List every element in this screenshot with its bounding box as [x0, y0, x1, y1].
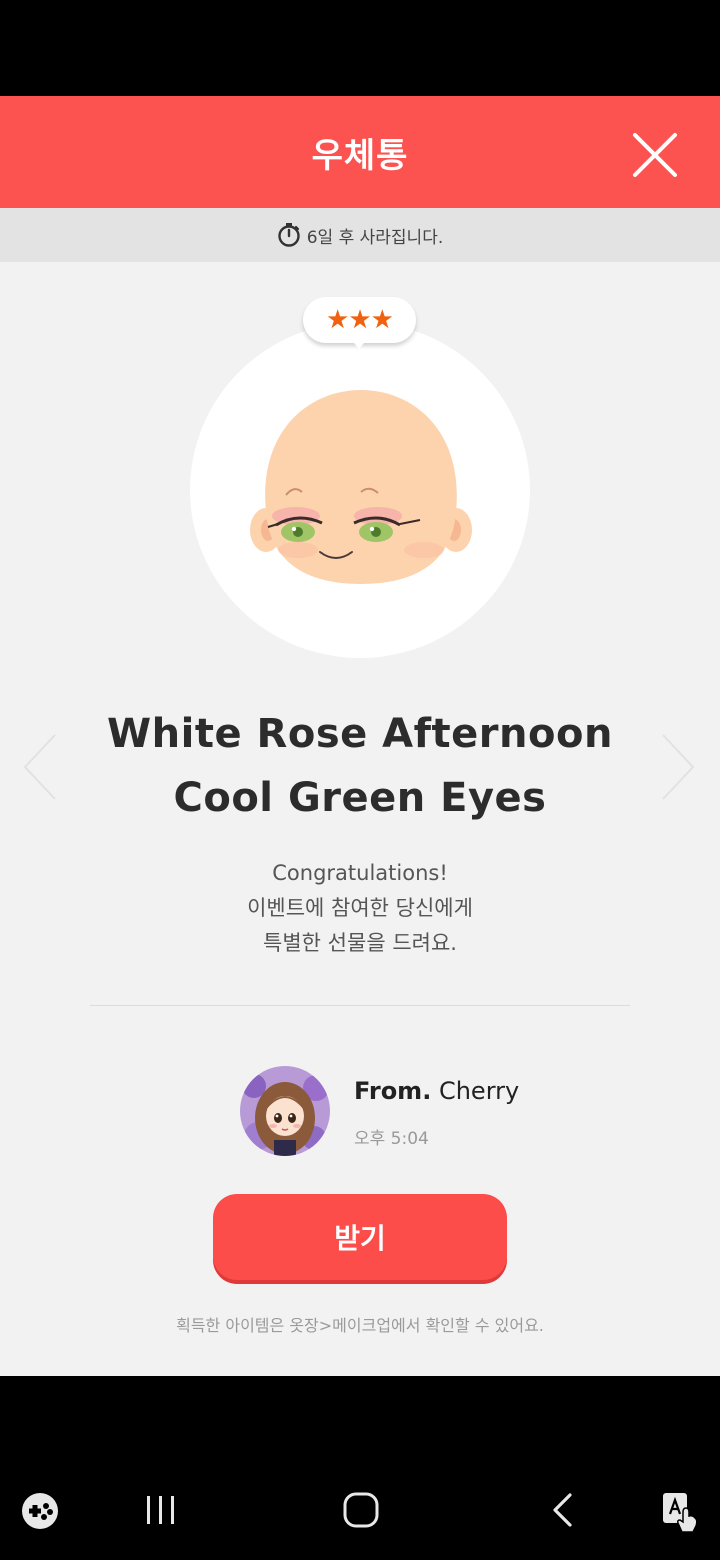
message-line: Congratulations!	[272, 861, 448, 885]
screen-touch-icon[interactable]	[660, 1490, 702, 1534]
sender-time: 오후 5:04	[354, 1129, 429, 1149]
sender-avatar-image	[240, 1066, 330, 1156]
gift-message: Congratulations! 이벤트에 참여한 당신에게 특별한 선물을 드…	[100, 856, 620, 961]
item-preview-face	[250, 390, 472, 584]
sender-label: From. Cherry	[354, 1077, 519, 1105]
page-title: 우체통	[311, 135, 409, 176]
divider	[90, 1005, 630, 1006]
sender-name: Cherry	[438, 1077, 520, 1105]
home-icon[interactable]	[342, 1491, 380, 1529]
status-bar	[0, 0, 720, 96]
left-arrow-icon[interactable]	[22, 732, 58, 802]
from-prefix: From.	[354, 1077, 432, 1105]
footnote: 획득한 아이템은 옷장>메이크업에서 확인할 수 있어요.	[176, 1316, 544, 1335]
message-line: 특별한 선물을 드려요.	[263, 931, 457, 955]
receive-button[interactable]: 받기	[213, 1194, 507, 1280]
recent-apps-icon[interactable]	[144, 1493, 178, 1527]
rating-stars: ★★★	[326, 305, 394, 335]
rating-badge: ★★★	[303, 297, 416, 343]
item-title: White Rose Afternoon Cool Green Eyes	[107, 711, 613, 821]
close-icon[interactable]	[630, 130, 680, 180]
gift-content: ★★★ White Rose Afternoon Cool Green Eyes…	[0, 262, 720, 1376]
avatar	[240, 1066, 330, 1156]
timer-icon	[278, 223, 300, 247]
system-navigation-bar	[0, 1376, 720, 1560]
expiry-text: 6일 후 사라집니다.	[306, 227, 444, 248]
rating-badge-pointer	[350, 338, 368, 349]
expiry-notice: 6일 후 사라집니다.	[0, 208, 720, 262]
message-line: 이벤트에 참여한 당신에게	[247, 896, 473, 920]
back-icon[interactable]	[550, 1492, 576, 1528]
right-arrow-icon[interactable]	[660, 732, 696, 802]
game-tools-icon[interactable]	[20, 1491, 60, 1531]
header: 우체통	[0, 96, 720, 208]
